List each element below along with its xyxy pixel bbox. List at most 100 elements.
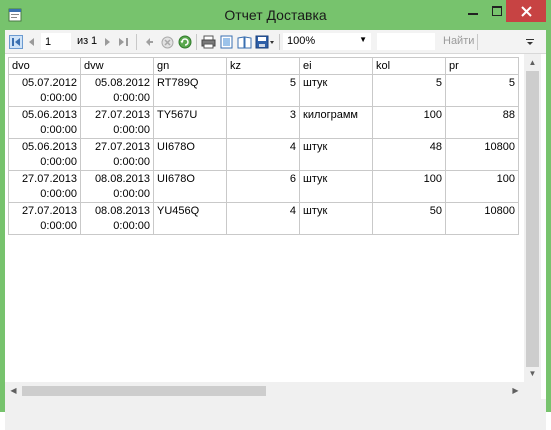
stop-button[interactable] (159, 34, 175, 50)
cell-kz: 5 (227, 75, 300, 107)
cell-kz: 6 (227, 171, 300, 203)
column-header-pr: pr (446, 57, 519, 75)
cell-dvw: 05.08.2012 0:00:00 (81, 75, 154, 107)
scrollbar-corner (524, 382, 541, 399)
cell-time: 0:00:00 (113, 220, 150, 232)
close-icon (520, 5, 532, 17)
toolbar-separator (196, 34, 197, 50)
last-page-icon (119, 38, 128, 46)
cell-date: 05.06.2013 (21, 141, 77, 153)
cell-kol: 100 (373, 107, 446, 139)
toolbar-overflow-button[interactable] (525, 35, 537, 49)
cell-time: 0:00:00 (40, 156, 77, 168)
cell-gn: UI678O (154, 139, 227, 171)
scroll-up-arrow-icon[interactable]: ▲ (524, 54, 541, 71)
status-area (5, 399, 546, 430)
minimize-button[interactable] (458, 0, 488, 22)
column-header-kz: kz (227, 57, 300, 75)
cell-dvo: 27.07.2013 0:00:00 (8, 203, 81, 235)
cell-kz: 3 (227, 107, 300, 139)
first-page-icon (9, 35, 23, 49)
cell-pr: 5 (446, 75, 519, 107)
title-bar[interactable]: Отчет Доставка (0, 0, 551, 30)
find-input[interactable] (377, 33, 435, 50)
cell-gn: RT789Q (154, 75, 227, 107)
total-pages: 1 (91, 35, 98, 47)
cell-time: 0:00:00 (40, 220, 77, 232)
page-setup-button[interactable] (236, 34, 252, 50)
cell-pr: 100 (446, 171, 519, 203)
cell-time: 0:00:00 (113, 124, 150, 136)
cell-dvw: 27.07.2013 0:00:00 (81, 139, 154, 171)
cell-date: 05.06.2013 (21, 109, 77, 121)
cell-ei: штук (300, 75, 373, 107)
current-page-input[interactable] (41, 33, 71, 50)
cell-dvo: 05.07.2012 0:00:00 (8, 75, 81, 107)
cell-date: 08.08.2013 (94, 173, 150, 185)
toolbar-separator (279, 34, 280, 50)
report-window: Отчет Доставка из 1 (0, 0, 551, 430)
cell-ei: штук (300, 139, 373, 171)
page-setup-icon (237, 35, 251, 48)
report-body[interactable]: dvo dvw gn kz ei kol pr 05.07.2012 0:00:0… (5, 54, 546, 430)
zoom-value: 100% (287, 35, 316, 47)
prev-page-button[interactable] (25, 34, 37, 50)
print-layout-button[interactable] (218, 34, 234, 50)
find-button[interactable]: Найти (443, 35, 474, 47)
overflow-icon (526, 39, 534, 45)
cell-dvo: 27.07.2013 0:00:00 (8, 171, 81, 203)
refresh-icon (178, 35, 192, 49)
cell-time: 0:00:00 (113, 92, 150, 104)
chevron-down-icon: ▼ (359, 35, 367, 44)
export-button[interactable] (254, 34, 276, 50)
cell-gn: TY567U (154, 107, 227, 139)
cell-ei: килограмм (300, 107, 373, 139)
cell-gn: UI678O (154, 171, 227, 203)
cell-dvw: 27.07.2013 0:00:00 (81, 107, 154, 139)
column-header-kol: kol (373, 57, 446, 75)
cell-date: 27.07.2013 (21, 173, 77, 185)
cell-dvo: 05.06.2013 0:00:00 (8, 139, 81, 171)
horizontal-scrollbar[interactable]: ◀ ▶ (5, 382, 524, 399)
toolbar-separator (136, 34, 137, 50)
print-button[interactable] (200, 34, 216, 50)
cell-kz: 4 (227, 203, 300, 235)
close-button[interactable] (506, 0, 546, 22)
print-icon (201, 35, 215, 49)
horizontal-scroll-thumb[interactable] (22, 386, 266, 396)
cell-kz: 4 (227, 139, 300, 171)
refresh-button[interactable] (177, 34, 193, 50)
vertical-scrollbar[interactable]: ▲ ▼ (524, 54, 541, 382)
cell-time: 0:00:00 (40, 188, 77, 200)
last-page-button[interactable] (117, 34, 131, 50)
cell-pr: 88 (446, 107, 519, 139)
print-layout-icon (220, 35, 232, 49)
of-label: из (77, 35, 89, 47)
scroll-right-arrow-icon[interactable]: ▶ (507, 382, 524, 399)
prev-page-icon (29, 38, 34, 46)
first-page-button[interactable] (8, 34, 24, 50)
cell-ei: штук (300, 171, 373, 203)
column-header-gn: gn (154, 57, 227, 75)
next-page-button[interactable] (102, 34, 114, 50)
stop-icon (161, 36, 173, 48)
cell-date: 27.07.2013 (94, 141, 150, 153)
cell-dvw: 08.08.2013 0:00:00 (81, 171, 154, 203)
cell-kol: 5 (373, 75, 446, 107)
cell-kol: 50 (373, 203, 446, 235)
zoom-select[interactable]: 100% ▼ (283, 33, 371, 50)
cell-gn: YU456Q (154, 203, 227, 235)
cell-date: 05.07.2012 (21, 77, 77, 89)
cell-time: 0:00:00 (113, 188, 150, 200)
scroll-down-arrow-icon[interactable]: ▼ (524, 365, 541, 382)
maximize-button[interactable] (488, 0, 506, 22)
cell-date: 05.08.2012 (94, 77, 150, 89)
next-page-icon (105, 38, 110, 46)
export-icon (255, 35, 274, 49)
scroll-left-arrow-icon[interactable]: ◀ (5, 382, 22, 399)
back-button[interactable] (142, 34, 156, 50)
report-viewer: из 1 (5, 30, 546, 430)
vertical-scroll-thumb[interactable] (526, 71, 539, 367)
cell-time: 0:00:00 (40, 124, 77, 136)
report-toolbar: из 1 (5, 30, 546, 54)
